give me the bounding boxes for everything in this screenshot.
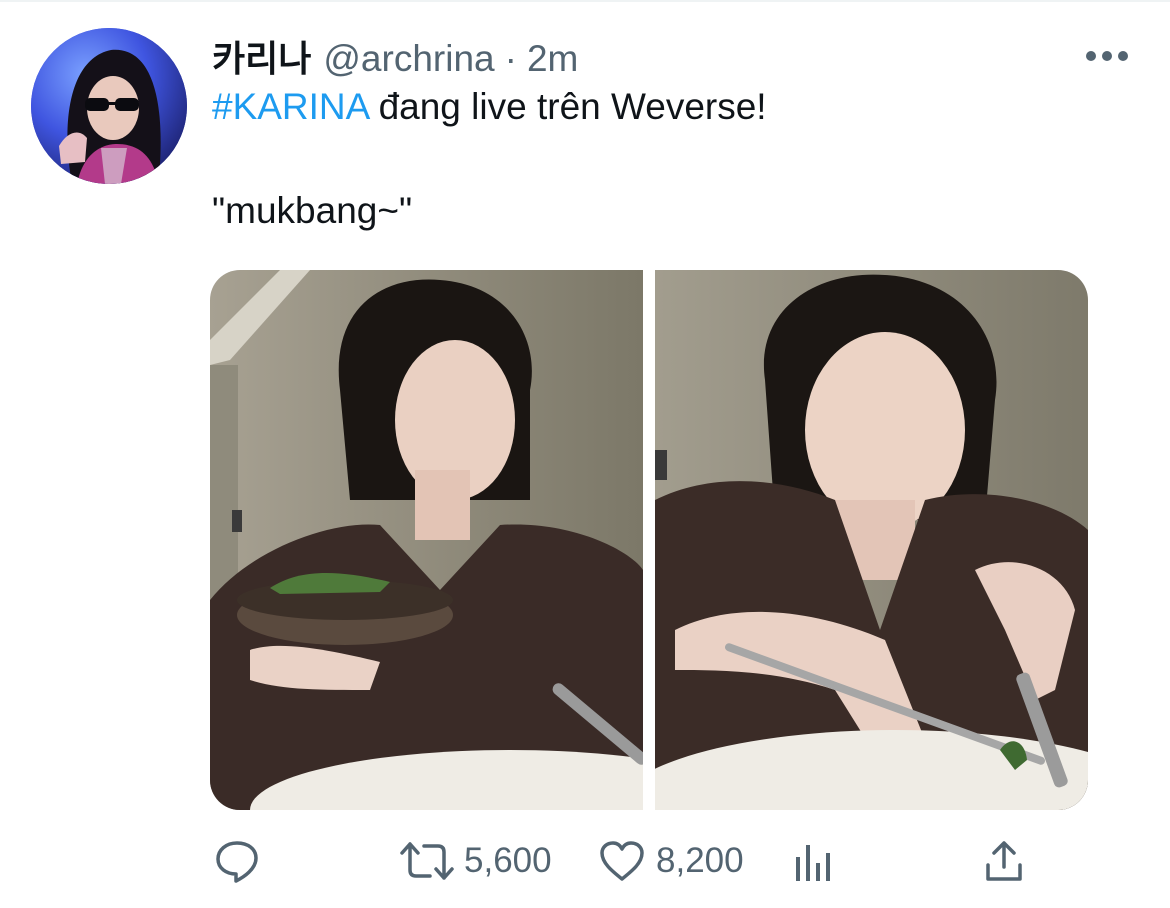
hashtag-link[interactable]: #KARINA [212,86,368,127]
tweet-text-body: đang live trên Weverse! [368,86,767,127]
tweet-quote-line: "mukbang~" [212,190,413,231]
analytics-icon [794,839,834,883]
action-bar: 5,600 8,200 [210,836,1050,886]
top-divider [0,0,1170,2]
reply-button[interactable] [214,836,260,886]
timestamp[interactable]: 2m [527,38,578,80]
retweet-button[interactable]: 5,600 [400,836,552,886]
more-icon [1085,50,1129,62]
separator-dot: · [504,38,517,79]
user-handle[interactable]: @archrina [323,38,494,80]
avatar[interactable] [31,28,187,184]
media-grid [210,270,1088,810]
photo-left[interactable] [210,270,643,810]
retweet-count: 5,600 [464,841,552,880]
photo-right[interactable] [655,270,1088,810]
reply-icon [214,838,260,884]
analytics-button[interactable] [794,836,834,886]
display-name[interactable]: 카리나 [212,30,311,82]
retweet-icon [400,840,454,882]
more-button[interactable] [1082,40,1132,72]
share-button[interactable] [984,836,1024,886]
tweet-header: 카리나 @archrina · 2m [212,30,578,80]
like-count: 8,200 [656,841,744,880]
like-button[interactable]: 8,200 [598,836,744,886]
share-icon [984,839,1024,883]
tweet-text: #KARINA đang live trên Weverse! [212,84,1112,130]
heart-icon [598,839,646,883]
